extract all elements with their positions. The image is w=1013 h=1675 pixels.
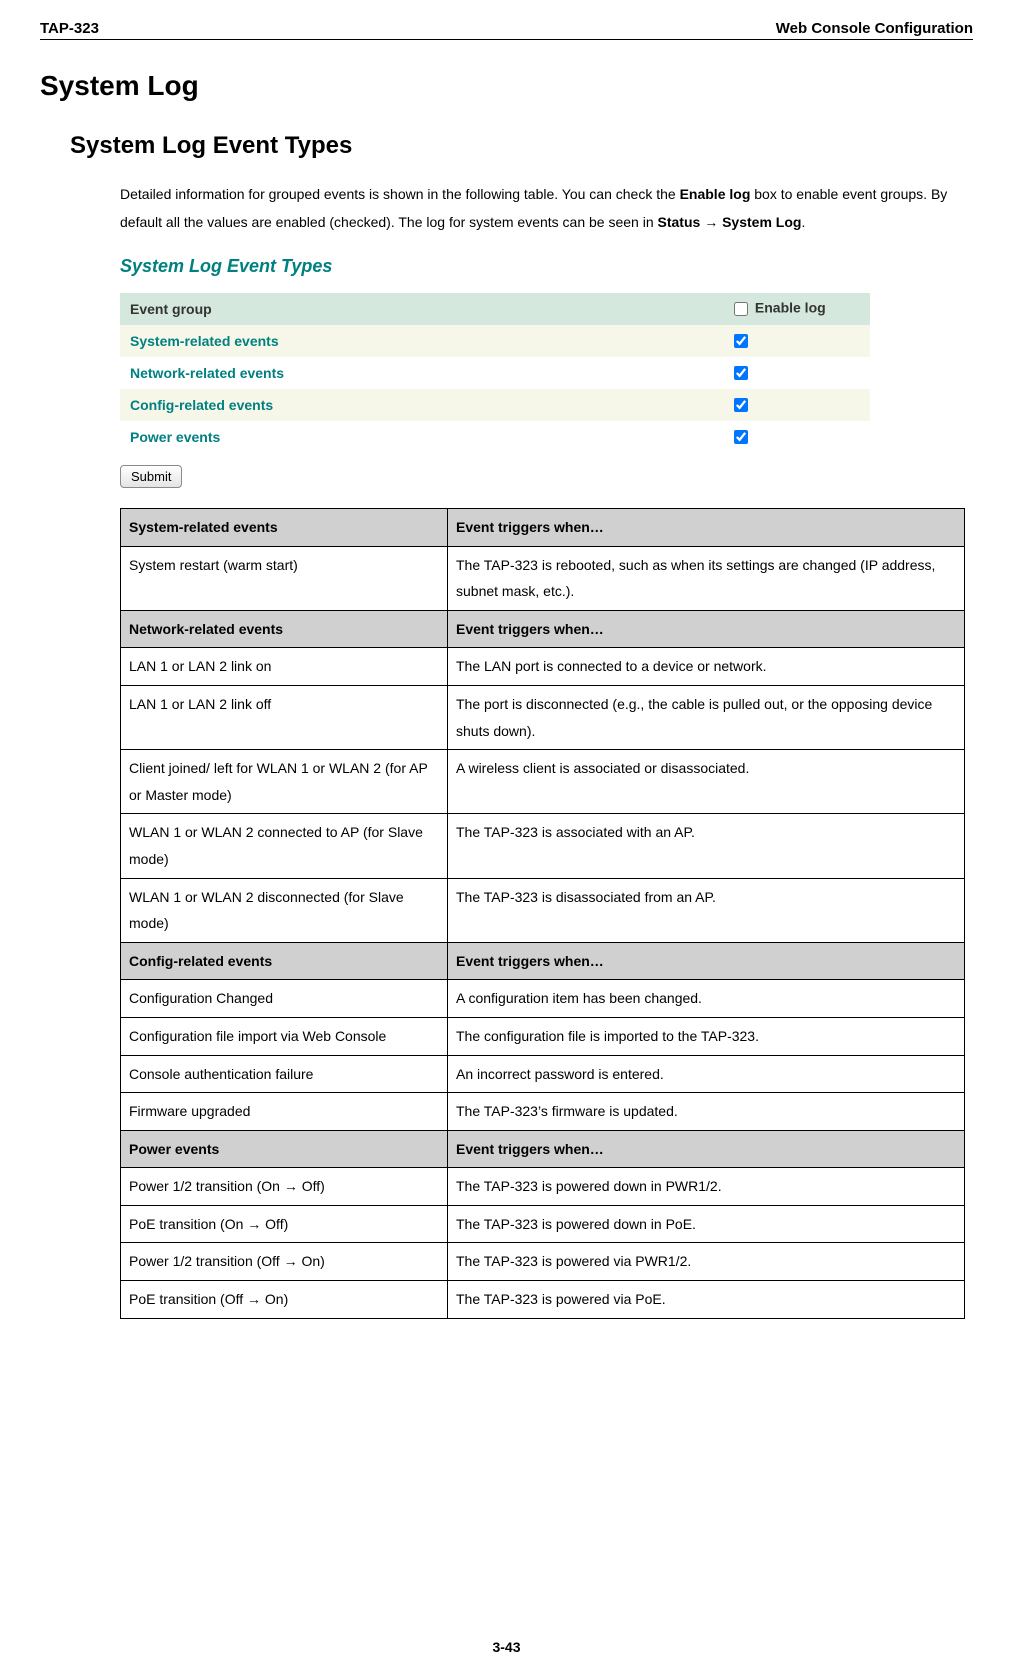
submit-button[interactable]: Submit <box>120 465 182 488</box>
col-event-group: Event group <box>120 293 720 325</box>
intro-paragraph: Detailed information for grouped events … <box>120 180 973 236</box>
table-row: Console authentication failure An incorr… <box>121 1055 965 1093</box>
event-group-name: Power events <box>130 429 220 445</box>
header-right: Web Console Configuration <box>776 20 973 37</box>
table-row: Power 1/2 transition (Off → On) The TAP-… <box>121 1243 965 1281</box>
table-row: Client joined/ left for WLAN 1 or WLAN 2… <box>121 750 965 814</box>
event-desc-cell: A configuration item has been changed. <box>448 980 965 1018</box>
event-desc-cell: The TAP-323 is rebooted, such as when it… <box>448 546 965 610</box>
col-enable-log-label: Enable log <box>755 300 826 316</box>
table-row: LAN 1 or LAN 2 link off The port is disc… <box>121 685 965 749</box>
event-desc-cell: An incorrect password is entered. <box>448 1055 965 1093</box>
event-name-cell: System restart (warm start) <box>121 546 448 610</box>
section-header-row: Power events Event triggers when… <box>121 1130 965 1168</box>
intro-text: Detailed information for grouped events … <box>120 186 680 202</box>
event-name-cell: Console authentication failure <box>121 1055 448 1093</box>
event-name-cell: WLAN 1 or WLAN 2 connected to AP (for Sl… <box>121 814 448 878</box>
section-title: System Log Event Types <box>70 132 973 160</box>
table-row: WLAN 1 or WLAN 2 connected to AP (for Sl… <box>121 814 965 878</box>
event-name-cell: Power 1/2 transition (Off → On) <box>121 1243 448 1281</box>
table-row: LAN 1 or LAN 2 link on The LAN port is c… <box>121 648 965 686</box>
section-header-row: System-related events Event triggers whe… <box>121 509 965 547</box>
panel-title: System Log Event Types <box>120 256 870 277</box>
enable-log-checkbox[interactable] <box>734 366 748 380</box>
event-group-name: Config-related events <box>130 397 273 413</box>
event-name-cell: LAN 1 or LAN 2 link off <box>121 685 448 749</box>
table-row: WLAN 1 or WLAN 2 disconnected (for Slave… <box>121 878 965 942</box>
section-header-left: System-related events <box>121 509 448 547</box>
event-name-cell: Configuration Changed <box>121 980 448 1018</box>
section-header-right: Event triggers when… <box>448 1130 965 1168</box>
section-header-right: Event triggers when… <box>448 942 965 980</box>
section-header-left: Power events <box>121 1130 448 1168</box>
table-row: PoE transition (Off → On) The TAP-323 is… <box>121 1281 965 1319</box>
event-desc-cell: The TAP-323 is powered via PoE. <box>448 1281 965 1319</box>
enable-log-checkbox[interactable] <box>734 430 748 444</box>
event-name-cell: Configuration file import via Web Consol… <box>121 1017 448 1055</box>
table-row: Configuration file import via Web Consol… <box>121 1017 965 1055</box>
section-header-right: Event triggers when… <box>448 610 965 648</box>
event-name-cell: Power 1/2 transition (On → Off) <box>121 1168 448 1206</box>
event-group-name: System-related events <box>130 333 279 349</box>
enable-log-checkbox[interactable] <box>734 398 748 412</box>
event-desc-cell: The TAP-323 is powered via PWR1/2. <box>448 1243 965 1281</box>
event-desc-cell: The TAP-323 is disassociated from an AP. <box>448 878 965 942</box>
event-desc-cell: The configuration file is imported to th… <box>448 1017 965 1055</box>
section-header-row: Config-related events Event triggers whe… <box>121 942 965 980</box>
table-row: Power events <box>120 421 870 453</box>
event-types-panel: System Log Event Types Event group Enabl… <box>120 256 870 488</box>
page-header: TAP-323 Web Console Configuration <box>40 20 973 40</box>
table-row: System-related events <box>120 325 870 357</box>
table-row: System restart (warm start) The TAP-323 … <box>121 546 965 610</box>
event-name-cell: PoE transition (On → Off) <box>121 1205 448 1243</box>
event-name-cell: Firmware upgraded <box>121 1093 448 1131</box>
col-enable-log: Enable log <box>720 293 870 325</box>
intro-bold2: Status → System Log <box>658 214 802 230</box>
table-header-row: Event group Enable log <box>120 293 870 325</box>
event-name-cell: PoE transition (Off → On) <box>121 1281 448 1319</box>
section-header-row: Network-related events Event triggers wh… <box>121 610 965 648</box>
event-name-cell: WLAN 1 or WLAN 2 disconnected (for Slave… <box>121 878 448 942</box>
event-group-name: Network-related events <box>130 365 284 381</box>
table-row: Configuration Changed A configuration it… <box>121 980 965 1018</box>
table-row: Config-related events <box>120 389 870 421</box>
event-name-cell: LAN 1 or LAN 2 link on <box>121 648 448 686</box>
page-number: 3-43 <box>40 1639 973 1655</box>
event-detail-table: System-related events Event triggers whe… <box>120 508 965 1319</box>
table-row: Firmware upgraded The TAP-323’s firmware… <box>121 1093 965 1131</box>
event-name-cell: Client joined/ left for WLAN 1 or WLAN 2… <box>121 750 448 814</box>
event-desc-cell: The TAP-323 is powered down in PWR1/2. <box>448 1168 965 1206</box>
table-row: Network-related events <box>120 357 870 389</box>
event-desc-cell: The TAP-323 is powered down in PoE. <box>448 1205 965 1243</box>
enable-log-all-checkbox[interactable] <box>734 302 748 316</box>
table-row: PoE transition (On → Off) The TAP-323 is… <box>121 1205 965 1243</box>
section-header-left: Network-related events <box>121 610 448 648</box>
section-header-left: Config-related events <box>121 942 448 980</box>
section-header-right: Event triggers when… <box>448 509 965 547</box>
event-desc-cell: The LAN port is connected to a device or… <box>448 648 965 686</box>
enable-log-checkbox[interactable] <box>734 334 748 348</box>
event-desc-cell: A wireless client is associated or disas… <box>448 750 965 814</box>
header-left: TAP-323 <box>40 20 99 37</box>
intro-bold1: Enable log <box>680 186 751 202</box>
table-row: Power 1/2 transition (On → Off) The TAP-… <box>121 1168 965 1206</box>
event-desc-cell: The port is disconnected (e.g., the cabl… <box>448 685 965 749</box>
event-desc-cell: The TAP-323 is associated with an AP. <box>448 814 965 878</box>
intro-text3: . <box>801 214 805 230</box>
event-groups-table: Event group Enable log System-related ev… <box>120 293 870 453</box>
page-title: System Log <box>40 70 973 102</box>
event-desc-cell: The TAP-323’s firmware is updated. <box>448 1093 965 1131</box>
